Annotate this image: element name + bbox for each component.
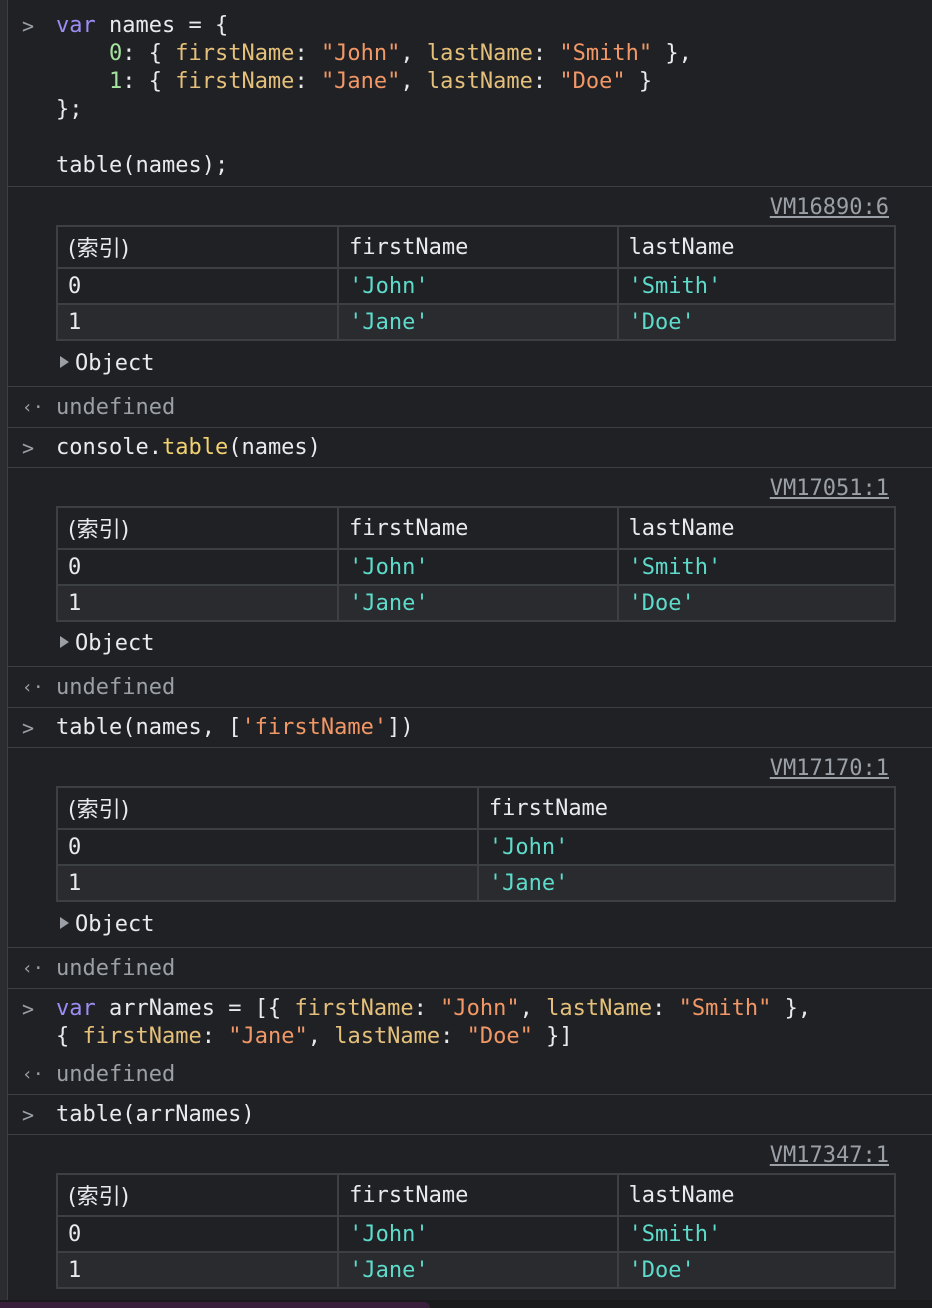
input-prompt-icon: > xyxy=(22,436,35,460)
result-value: undefined xyxy=(56,1062,176,1087)
input-prompt-icon: > xyxy=(22,1103,35,1127)
input-prompt-icon: > xyxy=(22,14,35,38)
table-cell-index: 1 xyxy=(55,1251,340,1289)
code-line[interactable]: 1: { firstName: "Jane", lastName: "Doe" … xyxy=(56,68,652,96)
table-cell-index: 1 xyxy=(55,303,340,341)
table-cell-index: 0 xyxy=(55,1215,340,1253)
code-line[interactable]: var arrNames = [{ firstName: "John", las… xyxy=(56,995,811,1023)
result-value: undefined xyxy=(56,675,176,700)
table-row: 1 'Jane' 'Doe' xyxy=(55,1251,897,1289)
source-link[interactable]: VM17170:1 xyxy=(770,755,889,783)
input-prompt-icon: > xyxy=(22,716,35,740)
table-cell-value: 'John' xyxy=(337,1215,619,1253)
bottom-scroll-region xyxy=(0,1300,932,1308)
entry-divider xyxy=(8,427,932,428)
entry-divider xyxy=(8,1094,932,1095)
table-cell-index: 1 xyxy=(56,864,479,902)
table-cell-value: 'Smith' xyxy=(616,267,897,305)
code-line[interactable]: table(arrNames) xyxy=(56,1101,255,1129)
keyword-var: var xyxy=(56,13,96,38)
table-row: 0 'John' xyxy=(56,828,897,866)
table-header-index[interactable]: (索引) xyxy=(55,225,340,269)
table-cell-index: 1 xyxy=(55,584,340,622)
code-line[interactable]: var names = { xyxy=(56,12,228,40)
table-cell-index: 0 xyxy=(56,828,479,866)
console-table: (索引) firstName lastName 0 'John' 'Smith'… xyxy=(55,225,897,341)
left-gutter xyxy=(0,0,7,1300)
object-expander[interactable]: Object xyxy=(60,350,154,378)
expand-triangle-icon[interactable] xyxy=(60,636,69,648)
return-value-icon: ‹· xyxy=(22,1064,44,1085)
table-cell-value: 'Jane' xyxy=(337,584,619,622)
return-value-icon: ‹· xyxy=(22,958,44,979)
table-cell-value: 'Doe' xyxy=(616,303,897,341)
table-header-firstname[interactable]: firstName xyxy=(337,506,619,550)
return-value-icon: ‹· xyxy=(22,397,44,418)
table-header-lastname[interactable]: lastName xyxy=(616,506,897,550)
table-cell-value: 'John' xyxy=(337,548,619,586)
table-cell-value: 'John' xyxy=(337,267,619,305)
source-link[interactable]: VM16890:6 xyxy=(770,194,889,222)
input-prompt-icon: > xyxy=(22,997,35,1021)
object-expander[interactable]: Object xyxy=(60,911,154,939)
table-row: 0 'John' 'Smith' xyxy=(55,1215,897,1253)
source-link[interactable]: VM17051:1 xyxy=(770,475,889,503)
code-line[interactable]: 0: { firstName: "John", lastName: "Smith… xyxy=(56,40,692,68)
table-cell-value: 'Doe' xyxy=(616,1251,897,1289)
object-label: Object xyxy=(75,912,155,937)
bottom-accent-bar xyxy=(0,1302,430,1308)
table-header-index[interactable]: (索引) xyxy=(55,1173,340,1217)
table-cell-value: 'John' xyxy=(476,828,897,866)
console-table: (索引) firstName lastName 0 'John' 'Smith'… xyxy=(55,506,897,622)
table-header-firstname[interactable]: firstName xyxy=(337,1173,619,1217)
expand-triangle-icon[interactable] xyxy=(60,356,69,368)
object-label: Object xyxy=(75,631,155,656)
code-line[interactable]: console.table(names) xyxy=(56,434,321,462)
table-cell-value: 'Doe' xyxy=(616,584,897,622)
return-value-icon: ‹· xyxy=(22,677,44,698)
table-cell-index: 0 xyxy=(55,267,340,305)
source-link[interactable]: VM17347:1 xyxy=(770,1142,889,1170)
entry-divider xyxy=(8,186,932,187)
entry-divider xyxy=(8,1134,932,1135)
console-table: (索引) firstName 0 'John' 1 'Jane' xyxy=(56,786,897,902)
table-cell-value: 'Jane' xyxy=(337,303,619,341)
code-line[interactable]: table(names); xyxy=(56,152,228,180)
code-line[interactable]: }; xyxy=(56,96,83,124)
console-table: (索引) firstName lastName 0 'John' 'Smith'… xyxy=(55,1173,897,1289)
table-header-index[interactable]: (索引) xyxy=(55,506,340,550)
entry-divider xyxy=(8,947,932,948)
table-cell-value: 'Jane' xyxy=(337,1251,619,1289)
table-row: 0 'John' 'Smith' xyxy=(55,267,897,305)
object-expander[interactable]: Object xyxy=(60,630,154,658)
entry-divider xyxy=(8,988,932,989)
table-header-firstname[interactable]: firstName xyxy=(337,225,619,269)
table-row: 1 'Jane' xyxy=(56,864,897,902)
entry-divider xyxy=(8,386,932,387)
table-row: 0 'John' 'Smith' xyxy=(55,548,897,586)
result-value: undefined xyxy=(56,395,176,420)
object-label: Object xyxy=(75,351,155,376)
table-header-lastname[interactable]: lastName xyxy=(616,1173,897,1217)
table-cell-value: 'Smith' xyxy=(616,1215,897,1253)
expand-triangle-icon[interactable] xyxy=(60,917,69,929)
entry-divider xyxy=(8,707,932,708)
table-header-index[interactable]: (索引) xyxy=(56,786,479,830)
table-cell-value: 'Jane' xyxy=(476,864,897,902)
table-cell-index: 0 xyxy=(55,548,340,586)
entry-divider xyxy=(8,666,932,667)
entry-divider xyxy=(8,747,932,748)
table-header-lastname[interactable]: lastName xyxy=(616,225,897,269)
table-row: 1 'Jane' 'Doe' xyxy=(55,303,897,341)
devtools-console: > var names = { 0: { firstName: "John", … xyxy=(7,0,932,1300)
result-value: undefined xyxy=(56,956,176,981)
code-line[interactable]: table(names, ['firstName']) xyxy=(56,714,414,742)
table-row: 1 'Jane' 'Doe' xyxy=(55,584,897,622)
table-header-firstname[interactable]: firstName xyxy=(476,786,897,830)
table-cell-value: 'Smith' xyxy=(616,548,897,586)
entry-divider xyxy=(8,467,932,468)
code-line[interactable]: { firstName: "Jane", lastName: "Doe" }] xyxy=(56,1023,573,1051)
